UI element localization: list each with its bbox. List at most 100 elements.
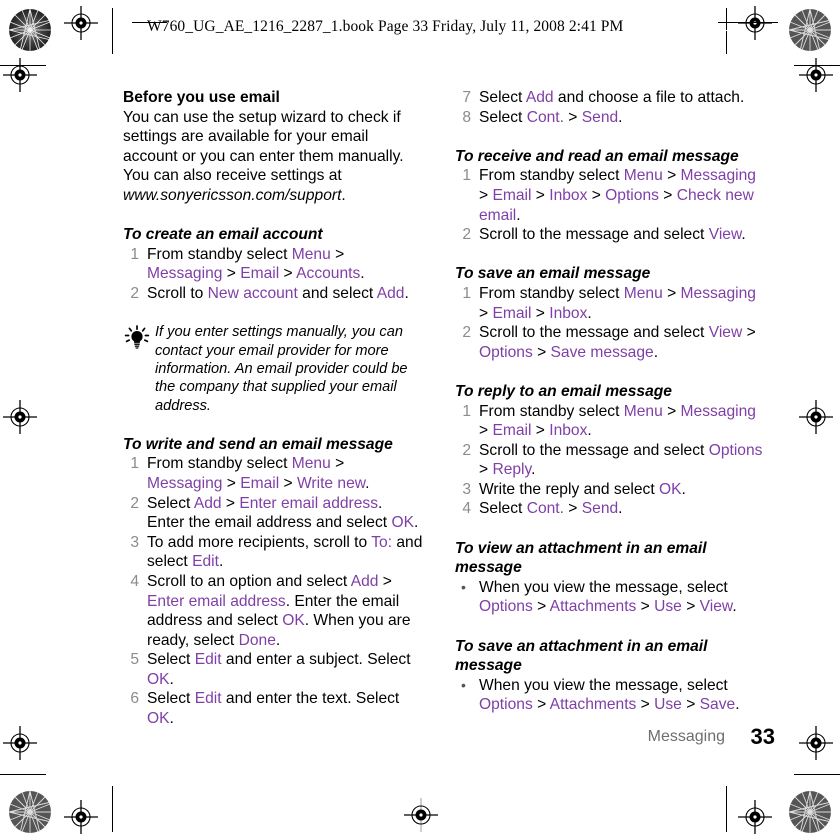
step-item: 6 Select Edit and enter the text. Select … xyxy=(123,689,423,728)
step-item: 1 From standby select Menu > Messaging > … xyxy=(455,284,763,323)
ui-term[interactable]: New account xyxy=(208,285,298,302)
ui-term[interactable]: Email xyxy=(240,475,279,492)
ui-term[interactable]: Save message xyxy=(551,344,654,361)
step-body: Select Cont. > Send. xyxy=(479,500,623,517)
step-text: > xyxy=(532,598,550,616)
step-text: > xyxy=(479,304,493,322)
ui-term[interactable]: Options xyxy=(479,344,533,361)
registration-target-icon xyxy=(3,400,37,434)
step-number: 3 xyxy=(130,533,139,551)
ui-term[interactable]: Options xyxy=(605,187,659,204)
step-text: When you view the message, select xyxy=(479,578,728,596)
left-column: Before you use email You can use the set… xyxy=(123,88,423,729)
ui-term[interactable]: Reply xyxy=(492,461,531,478)
ui-term[interactable]: Inbox xyxy=(549,305,587,322)
ui-term[interactable]: OK xyxy=(659,481,682,498)
step-text: When you view the message, select xyxy=(479,676,728,694)
step-text: > xyxy=(587,186,606,204)
step-text: From standby select xyxy=(479,167,624,185)
ui-term[interactable]: Messaging xyxy=(147,265,222,282)
step-body: Write the reply and select OK. xyxy=(479,481,686,498)
step-text: > xyxy=(479,422,493,440)
ui-term[interactable]: Edit xyxy=(195,690,222,707)
ui-term[interactable]: Messaging xyxy=(147,475,222,492)
step-number: 1 xyxy=(130,245,139,263)
ui-term[interactable]: View xyxy=(709,226,742,243)
ui-term[interactable]: Options xyxy=(479,696,533,713)
ui-term[interactable]: Add xyxy=(351,573,379,590)
ui-term[interactable]: Menu xyxy=(624,167,663,184)
ui-term[interactable]: Cont. xyxy=(527,500,564,517)
ui-term[interactable]: Add xyxy=(526,89,554,106)
bullet-list: • When you view the message, select Optio… xyxy=(455,578,763,617)
ui-term[interactable]: Email xyxy=(492,422,531,439)
step-text: > xyxy=(662,402,681,420)
step-text: > xyxy=(222,474,241,492)
tip-note: If you enter settings manually, you can … xyxy=(123,323,423,415)
ui-term[interactable]: Edit xyxy=(192,553,219,570)
starburst-density-icon xyxy=(8,790,52,834)
ui-term[interactable]: Menu xyxy=(624,285,663,302)
procedure-heading: To receive and read an email message xyxy=(455,147,739,165)
ui-term[interactable]: Messaging xyxy=(681,285,756,302)
ui-term[interactable]: Use xyxy=(654,696,682,713)
ui-term[interactable]: Options xyxy=(479,598,533,615)
ui-term[interactable]: Menu xyxy=(624,403,663,420)
section-heading: Before you use email xyxy=(123,89,280,106)
ui-term[interactable]: Send xyxy=(582,500,618,517)
intro-text-b: . xyxy=(341,186,346,204)
ui-term[interactable]: Attachments xyxy=(550,696,637,713)
printed-page: W760_UG_AE_1216_2287_1.book Page 33 Frid… xyxy=(0,0,840,840)
bullet-body: When you view the message, select Option… xyxy=(479,579,737,616)
ui-term[interactable]: Menu xyxy=(292,246,331,263)
ui-term[interactable]: Attachments xyxy=(550,598,637,615)
ui-term[interactable]: Messaging xyxy=(681,403,756,420)
step-text: Select xyxy=(147,494,194,512)
ui-term[interactable]: OK xyxy=(391,514,414,531)
step-list: 1 From standby select Menu > Messaging > … xyxy=(455,402,763,520)
step-number: 2 xyxy=(462,226,471,244)
registration-target-icon xyxy=(64,800,98,834)
ui-term[interactable]: Add xyxy=(377,285,405,302)
ui-term[interactable]: Edit xyxy=(195,651,222,668)
ui-term[interactable]: Send xyxy=(582,109,618,126)
step-item: 4 Scroll to an option and select Add > En… xyxy=(123,572,423,650)
step-list: 1 From standby select Menu > Messaging > … xyxy=(123,245,423,304)
ui-term[interactable]: View xyxy=(700,598,733,615)
ui-term[interactable]: Save xyxy=(700,696,736,713)
ui-term[interactable]: Inbox xyxy=(549,422,587,439)
ui-term[interactable]: Cont. xyxy=(527,109,564,126)
step-text: Scroll to the message and select xyxy=(479,226,709,244)
ui-term[interactable]: Write new xyxy=(297,475,365,492)
ui-term[interactable]: Email xyxy=(240,265,279,282)
step-number: 2 xyxy=(130,494,139,512)
ui-term[interactable]: Accounts xyxy=(296,265,360,282)
ui-term[interactable]: Enter email address xyxy=(147,593,286,610)
ui-term[interactable]: To: xyxy=(371,534,392,551)
ui-term[interactable]: Done xyxy=(239,632,276,649)
step-item: 5 Select Edit and enter a subject. Select… xyxy=(123,650,423,689)
ui-term[interactable]: Email xyxy=(492,187,531,204)
ui-term[interactable]: OK xyxy=(147,710,170,727)
ui-term[interactable]: Inbox xyxy=(549,187,587,204)
chapter-name: Messaging xyxy=(647,728,725,745)
ui-term[interactable]: Enter email address xyxy=(239,495,378,512)
ui-term[interactable]: Options xyxy=(709,442,763,459)
ui-term[interactable]: View xyxy=(709,324,743,341)
ui-term[interactable]: OK xyxy=(147,671,170,688)
step-number: 8 xyxy=(462,108,471,126)
procedure-heading: To write and send an email message xyxy=(123,435,393,453)
registration-target-icon xyxy=(64,6,98,40)
ui-term[interactable]: Use xyxy=(654,598,682,615)
step-item: 2 Scroll to New account and select Add. xyxy=(123,284,423,304)
ui-term[interactable]: Messaging xyxy=(681,167,756,184)
step-body: From standby select Menu > Messaging > E… xyxy=(147,455,370,492)
step-number: 6 xyxy=(130,690,139,708)
step-number: 1 xyxy=(130,455,139,473)
ui-term[interactable]: Add xyxy=(194,495,222,512)
step-text: > xyxy=(681,696,700,714)
ui-term[interactable]: Menu xyxy=(292,455,331,472)
ui-term[interactable]: OK xyxy=(282,612,305,629)
ui-term[interactable]: Email xyxy=(492,305,531,322)
